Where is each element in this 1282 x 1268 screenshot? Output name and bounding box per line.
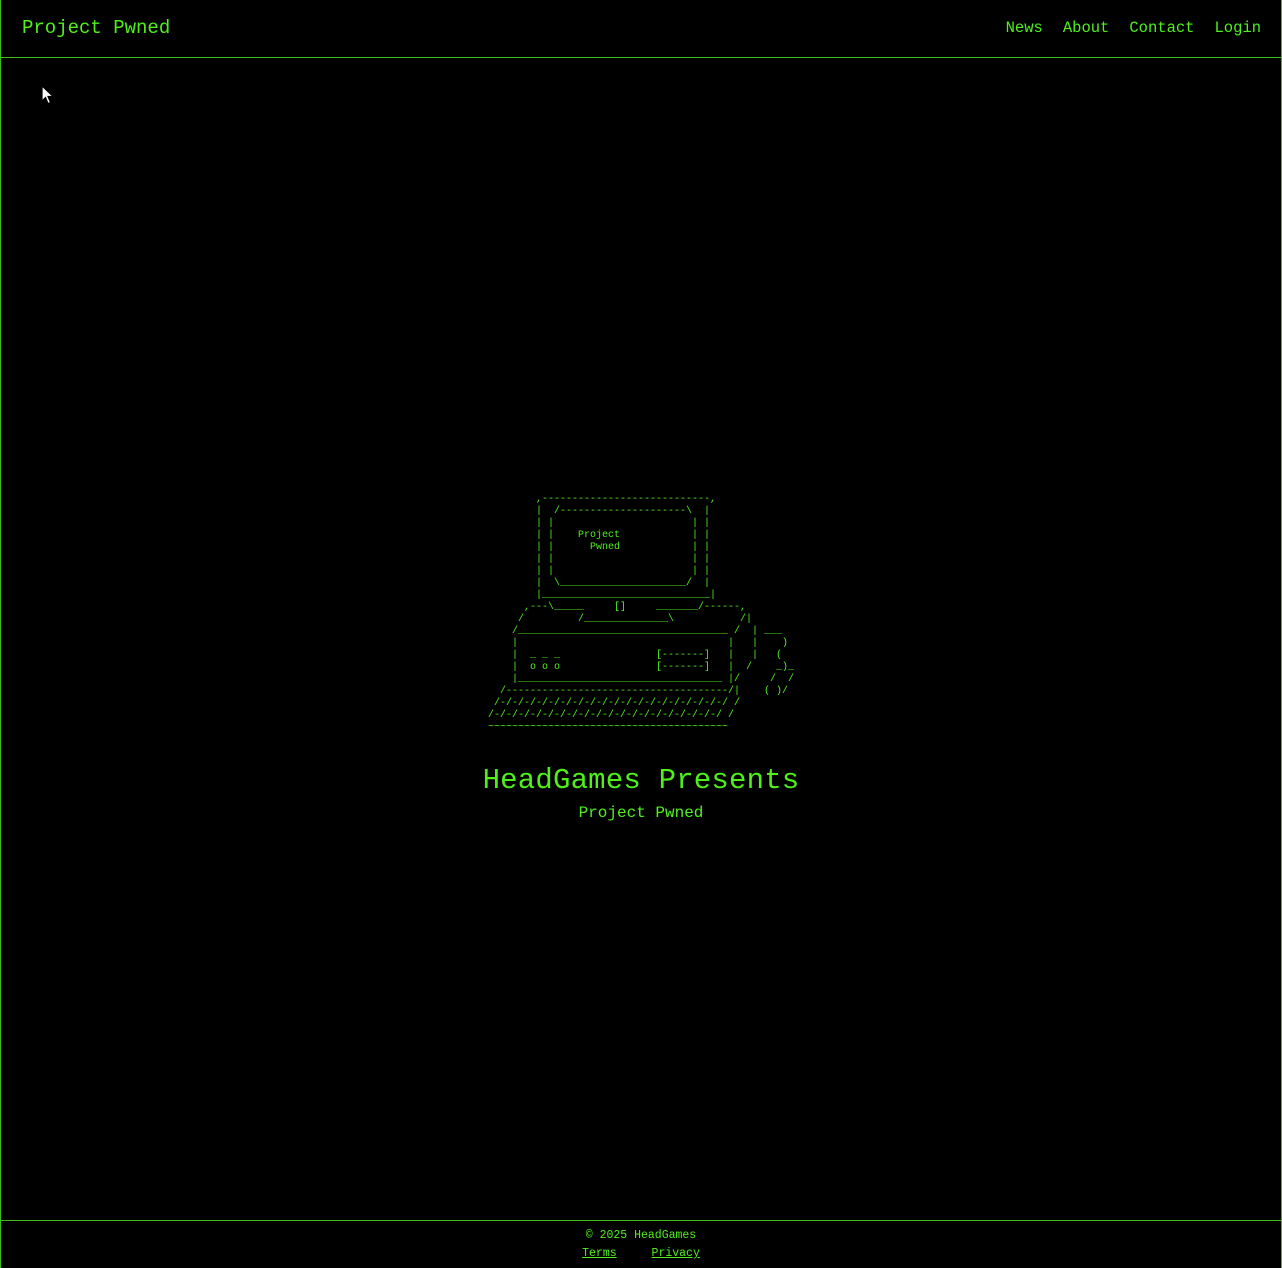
mouse-pointer-icon: [41, 85, 55, 105]
hero-title: HeadGames Presents: [482, 764, 800, 797]
footer-link-terms[interactable]: Terms: [582, 1247, 617, 1260]
nav-link-contact[interactable]: Contact: [1129, 19, 1194, 37]
nav-link-about[interactable]: About: [1063, 19, 1110, 37]
ascii-computer-illustration: ,----------------------------, | /------…: [488, 494, 794, 734]
copyright-text: © 2025 HeadGames: [585, 1229, 697, 1242]
footer-link-privacy[interactable]: Privacy: [652, 1247, 700, 1260]
ascii-art-text: ,----------------------------, | /------…: [487, 494, 795, 733]
hero-section: ,----------------------------, | /------…: [1, 494, 1281, 823]
top-navigation-bar: Project Pwned News About Contact Login: [1, 0, 1281, 58]
footer-links: Terms Privacy: [1, 1247, 1281, 1261]
page-footer: © 2025 HeadGames Terms Privacy: [1, 1220, 1281, 1268]
nav-link-login[interactable]: Login: [1214, 19, 1261, 37]
main-nav: News About Contact Login: [1006, 19, 1261, 37]
nav-link-news[interactable]: News: [1006, 19, 1043, 37]
hero-subtitle: Project Pwned: [578, 804, 704, 822]
brand-link[interactable]: Project Pwned: [22, 17, 170, 39]
